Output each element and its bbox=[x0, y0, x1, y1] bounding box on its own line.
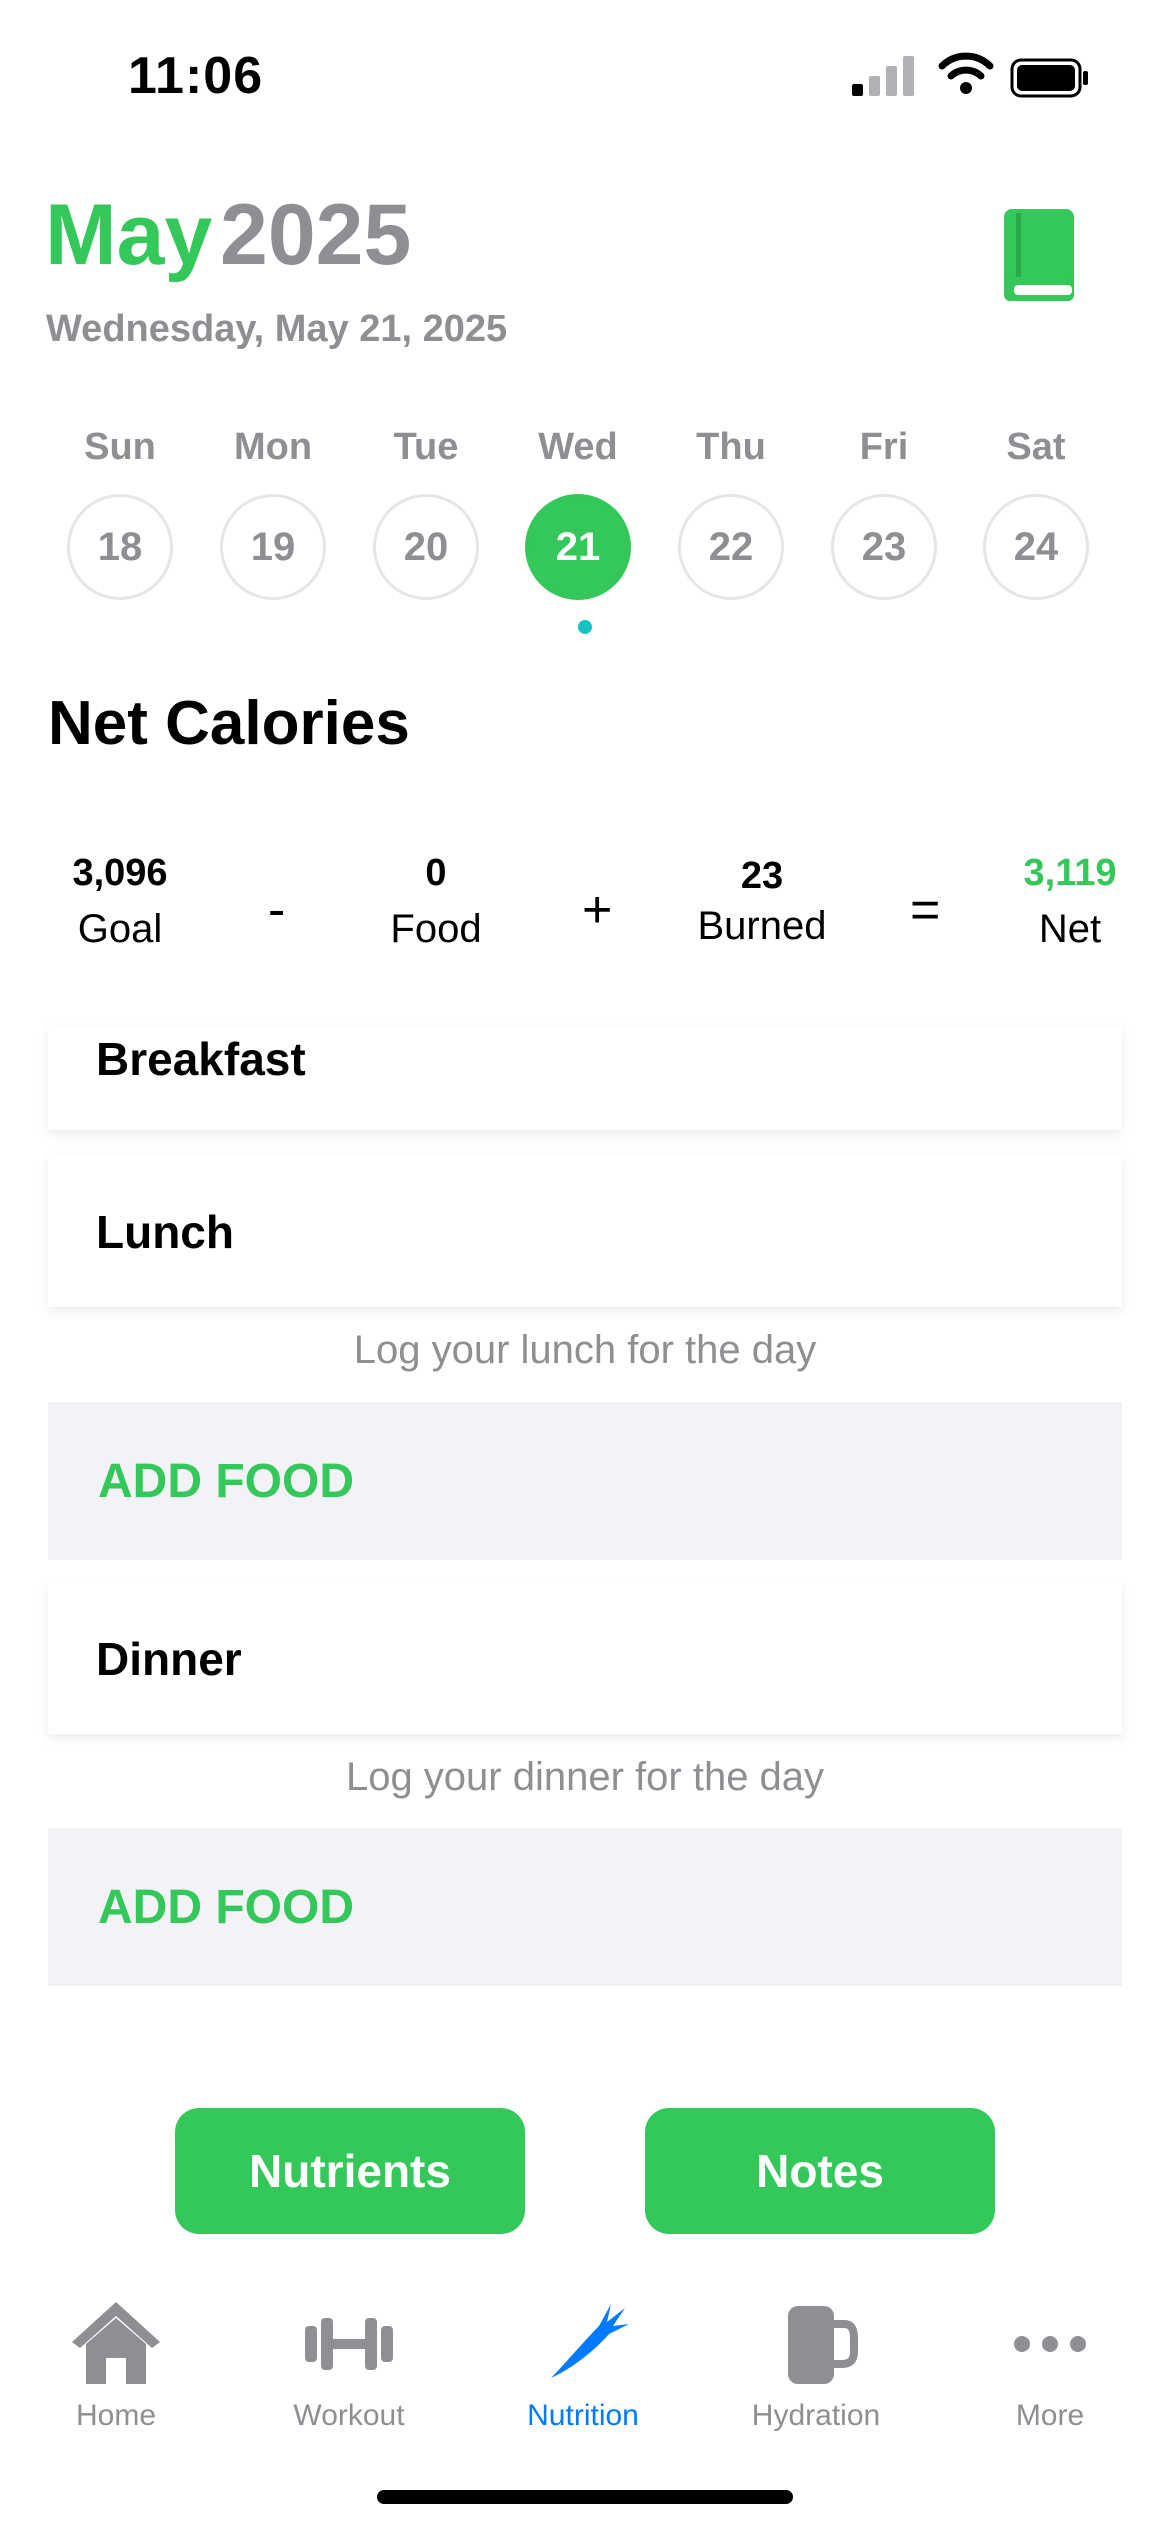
net-calories-title: Net Calories bbox=[48, 689, 410, 758]
day-button-21-selected[interactable]: 21 bbox=[525, 494, 631, 600]
more-icon bbox=[1014, 2336, 1086, 2352]
minus-operator: - bbox=[268, 881, 286, 939]
day-button-18[interactable]: 18 bbox=[67, 494, 173, 600]
net-label: Net bbox=[1038, 907, 1102, 951]
goal-label: Goal bbox=[77, 907, 163, 951]
tab-more[interactable]: More bbox=[940, 2296, 1160, 2433]
tab-hydration-label: Hydration bbox=[751, 2399, 881, 2432]
burned-value: 23 bbox=[740, 855, 784, 897]
status-time: 11:06 bbox=[128, 47, 264, 105]
lunch-card[interactable]: Lunch bbox=[48, 1155, 1122, 1307]
selected-date: Wednesday, May 21, 2025 bbox=[46, 308, 508, 350]
dinner-card[interactable]: Dinner bbox=[48, 1582, 1122, 1734]
dinner-add-food-button[interactable]: ADD FOOD bbox=[48, 1828, 1122, 1986]
food-label: Food bbox=[390, 907, 482, 951]
weekday-label: Sun bbox=[84, 426, 156, 468]
day-button-19[interactable]: 19 bbox=[220, 494, 326, 600]
tab-more-label: More bbox=[1015, 2399, 1085, 2432]
cellular-signal-icon bbox=[852, 56, 914, 96]
equals-operator: = bbox=[910, 881, 941, 939]
tab-workout-label: Workout bbox=[293, 2399, 405, 2432]
year-label[interactable]: 2025 bbox=[220, 186, 411, 285]
goal-value: 3,096 bbox=[72, 852, 168, 894]
weekday-label: Wed bbox=[538, 426, 618, 468]
nutrients-button[interactable]: Nutrients bbox=[175, 2108, 525, 2234]
day-button-23[interactable]: 23 bbox=[831, 494, 937, 600]
tab-nutrition-label: Nutrition bbox=[527, 2399, 639, 2432]
mug-icon bbox=[788, 2306, 858, 2384]
breakfast-card[interactable]: Breakfast bbox=[48, 1026, 1122, 1130]
goal-column: 3,096 Goal bbox=[20, 852, 220, 952]
tab-home[interactable]: Home bbox=[6, 2296, 226, 2433]
food-value: 0 bbox=[425, 852, 447, 894]
day-button-24[interactable]: 24 bbox=[983, 494, 1089, 600]
burned-column: 23 Burned bbox=[662, 855, 862, 949]
breakfast-title: Breakfast bbox=[96, 1033, 306, 1085]
weekday-label: Mon bbox=[233, 426, 313, 468]
add-food-label: ADD FOOD bbox=[98, 1455, 354, 1508]
lunch-title: Lunch bbox=[96, 1206, 234, 1258]
day-button-22[interactable]: 22 bbox=[678, 494, 784, 600]
lunch-add-food-button[interactable]: ADD FOOD bbox=[48, 1402, 1122, 1560]
book-icon[interactable] bbox=[1000, 205, 1080, 305]
home-indicator[interactable] bbox=[377, 2490, 793, 2504]
lunch-hint: Log your lunch for the day bbox=[353, 1328, 817, 1372]
notes-button[interactable]: Notes bbox=[645, 2108, 995, 2234]
weekday-label: Sat bbox=[1006, 426, 1066, 468]
dinner-hint: Log your dinner for the day bbox=[345, 1755, 825, 1799]
tab-nutrition[interactable]: Nutrition bbox=[473, 2296, 693, 2433]
carrot-icon bbox=[551, 2304, 629, 2378]
weekday-label: Tue bbox=[393, 426, 459, 468]
dumbbell-icon bbox=[305, 2318, 393, 2370]
weekday-label: Fri bbox=[859, 426, 909, 468]
net-column: 3,119 Net bbox=[970, 852, 1170, 952]
month-label[interactable]: May bbox=[45, 186, 212, 285]
tab-home-label: Home bbox=[75, 2399, 157, 2432]
food-column: 0 Food bbox=[336, 852, 536, 952]
battery-icon bbox=[1010, 58, 1088, 98]
plus-operator: + bbox=[582, 881, 613, 939]
burned-label: Burned bbox=[697, 904, 827, 948]
dinner-title: Dinner bbox=[96, 1633, 242, 1685]
home-icon bbox=[72, 2302, 160, 2384]
today-indicator-dot bbox=[578, 620, 592, 634]
day-button-20[interactable]: 20 bbox=[373, 494, 479, 600]
add-food-label: ADD FOOD bbox=[98, 1881, 354, 1934]
weekday-label: Thu bbox=[696, 426, 766, 468]
net-value: 3,119 bbox=[1023, 852, 1117, 894]
tab-workout[interactable]: Workout bbox=[239, 2296, 459, 2433]
wifi-icon bbox=[938, 52, 994, 94]
tab-hydration[interactable]: Hydration bbox=[706, 2296, 926, 2433]
